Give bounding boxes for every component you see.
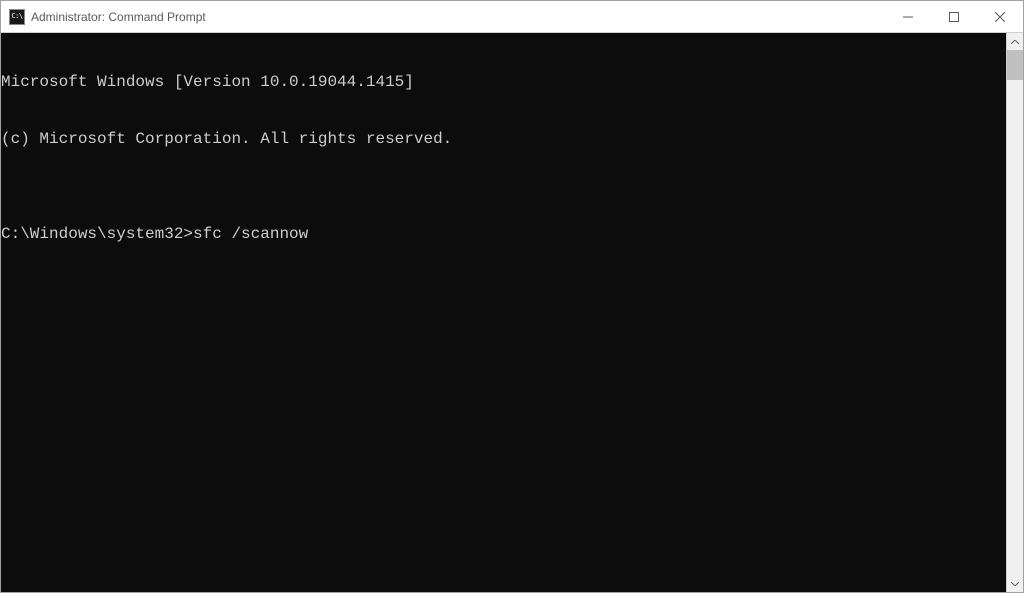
terminal-line: Microsoft Windows [Version 10.0.19044.14…: [1, 73, 1006, 92]
content-area: Microsoft Windows [Version 10.0.19044.14…: [1, 33, 1023, 592]
close-button[interactable]: [977, 1, 1023, 32]
close-icon: [995, 12, 1005, 22]
chevron-down-icon: [1011, 582, 1019, 586]
scroll-track[interactable]: [1007, 50, 1023, 575]
minimize-icon: [903, 12, 913, 22]
titlebar[interactable]: C:\ Administrator: Command Prompt: [1, 1, 1023, 33]
maximize-icon: [949, 12, 959, 22]
app-icon: C:\: [9, 9, 25, 25]
command-prompt-window: C:\ Administrator: Command Prompt Micros…: [0, 0, 1024, 593]
terminal-output[interactable]: Microsoft Windows [Version 10.0.19044.14…: [1, 33, 1006, 592]
app-icon-glyph: C:\: [11, 13, 22, 20]
maximize-button[interactable]: [931, 1, 977, 32]
window-controls: [885, 1, 1023, 32]
minimize-button[interactable]: [885, 1, 931, 32]
terminal-line: (c) Microsoft Corporation. All rights re…: [1, 130, 1006, 149]
scroll-down-arrow[interactable]: [1007, 575, 1023, 592]
window-title: Administrator: Command Prompt: [31, 10, 885, 24]
scroll-up-arrow[interactable]: [1007, 33, 1023, 50]
terminal-prompt-line: C:\Windows\system32>sfc /scannow: [1, 225, 1006, 244]
vertical-scrollbar[interactable]: [1006, 33, 1023, 592]
scroll-thumb[interactable]: [1007, 50, 1023, 80]
chevron-up-icon: [1011, 40, 1019, 44]
